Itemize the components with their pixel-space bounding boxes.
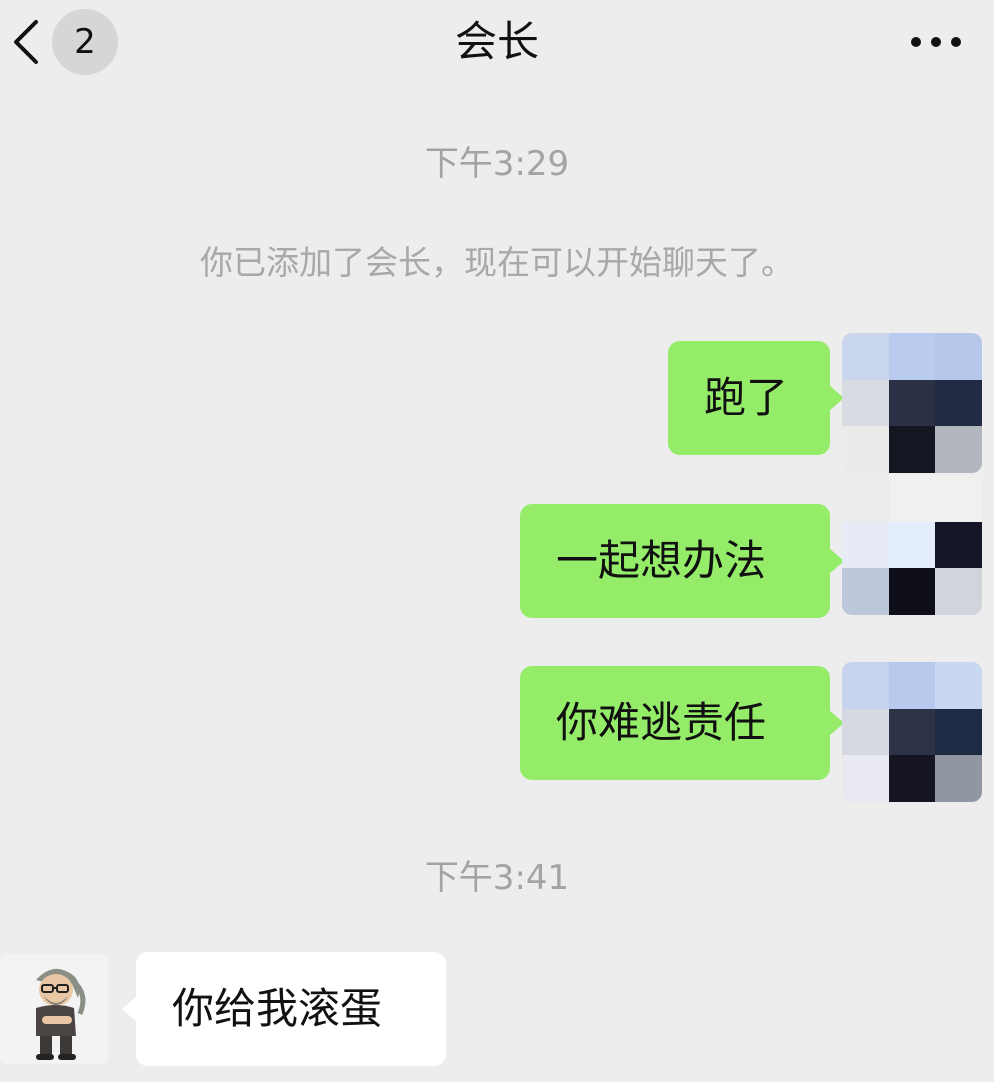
outgoing-message-bubble[interactable]: 你难逃责任 <box>520 666 844 780</box>
system-notice: 你已添加了会长，现在可以开始聊天了。 <box>200 243 794 282</box>
chat-header: 2 会长 <box>0 0 994 86</box>
chat-screen: 2 会长 下午3:29 你已添加了会长，现在可以开始聊天了。 跑了 一起想办法 … <box>0 0 994 1082</box>
incoming-message-bubble[interactable]: 你给我滚蛋 <box>122 952 446 1066</box>
chat-title: 会长 <box>454 17 539 66</box>
outgoing-message-bubble[interactable]: 一起想办法 <box>520 504 844 618</box>
self-avatar-pixelated[interactable] <box>842 333 982 473</box>
cartoon-man-avatar-icon <box>0 954 108 1064</box>
self-avatar-pixelated[interactable] <box>842 662 982 802</box>
more-dots-icon[interactable] <box>906 22 966 62</box>
message-timestamp: 下午3:41 <box>424 858 570 898</box>
outgoing-message-bubble[interactable]: 跑了 <box>668 341 844 455</box>
self-avatar-pixelated[interactable] <box>842 475 982 615</box>
contact-avatar[interactable] <box>0 954 108 1064</box>
message-timestamp: 下午3:29 <box>424 144 570 184</box>
